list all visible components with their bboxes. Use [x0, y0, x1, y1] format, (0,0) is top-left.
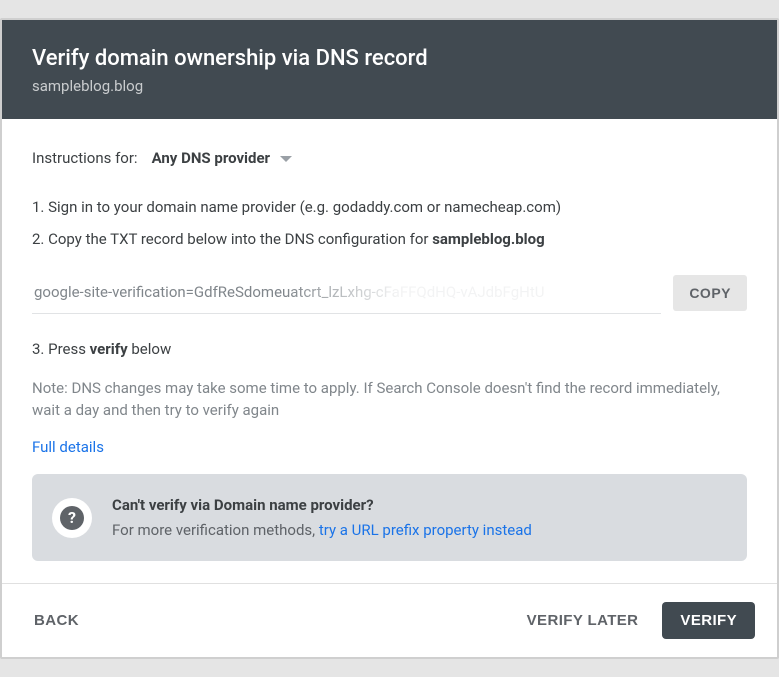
step-2-text: 2. Copy the TXT record below into the DN…: [32, 230, 432, 248]
step-1: 1. Sign in to your domain name provider …: [32, 196, 747, 219]
help-icon-circle: ?: [52, 498, 92, 538]
url-prefix-link[interactable]: try a URL prefix property instead: [319, 521, 532, 539]
txt-record-field[interactable]: google-site-verification=GdfReSdomeuatcr…: [32, 273, 661, 315]
dialog-header: Verify domain ownership via DNS record s…: [2, 20, 777, 119]
step-2-domain: sampleblog.blog: [432, 230, 544, 248]
chevron-down-icon: [280, 156, 292, 162]
txt-record-row: google-site-verification=GdfReSdomeuatcr…: [32, 273, 747, 315]
step-2: 2. Copy the TXT record below into the DN…: [32, 228, 747, 251]
verify-button[interactable]: VERIFY: [662, 602, 755, 639]
alt-verify-callout: ? Can't verify via Domain name provider?…: [32, 474, 747, 561]
full-details-link[interactable]: Full details: [32, 436, 747, 459]
dialog-footer: BACK VERIFY LATER VERIFY: [2, 583, 777, 657]
txt-record-value: google-site-verification=GdfReSdomeuatcr…: [34, 283, 544, 301]
callout-body: For more verification methods, try a URL…: [112, 519, 532, 542]
provider-select[interactable]: Any DNS provider: [152, 147, 293, 170]
step-3-bold: verify: [90, 340, 128, 358]
dialog-title: Verify domain ownership via DNS record: [32, 46, 747, 71]
step-3: 3. Press verify below: [32, 338, 747, 361]
callout-text: Can't verify via Domain name provider? F…: [112, 494, 532, 541]
question-icon: ?: [60, 506, 84, 530]
verify-later-button[interactable]: VERIFY LATER: [517, 604, 649, 637]
callout-body-prefix: For more verification methods,: [112, 521, 319, 539]
provider-selected: Any DNS provider: [152, 147, 271, 170]
callout-title: Can't verify via Domain name provider?: [112, 494, 532, 517]
verify-domain-dialog: Verify domain ownership via DNS record s…: [0, 18, 779, 659]
dialog-content: Instructions for: Any DNS provider 1. Si…: [2, 119, 777, 583]
provider-label: Instructions for:: [32, 147, 138, 170]
dns-note: Note: DNS changes may take some time to …: [32, 377, 747, 422]
dialog-domain: sampleblog.blog: [32, 77, 747, 95]
copy-button[interactable]: COPY: [673, 275, 747, 311]
provider-row: Instructions for: Any DNS provider: [32, 147, 747, 170]
step-3-prefix: 3. Press: [32, 340, 90, 358]
back-button[interactable]: BACK: [24, 604, 89, 637]
step-3-suffix: below: [128, 340, 172, 358]
